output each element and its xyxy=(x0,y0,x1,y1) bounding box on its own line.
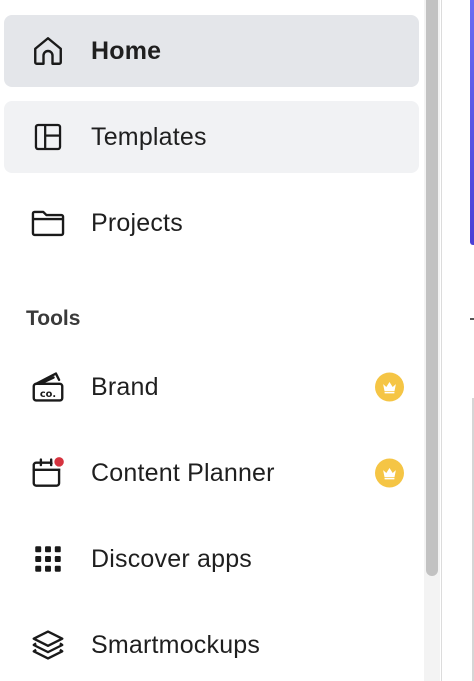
apps-grid-icon xyxy=(28,539,68,579)
scrollbar-thumb[interactable] xyxy=(426,0,438,576)
sidebar-item-label: Smartmockups xyxy=(91,630,261,659)
sidebar-item-label: Projects xyxy=(91,208,183,237)
sidebar-item-brand[interactable]: co. Brand xyxy=(4,351,419,423)
sidebar-item-content-planner[interactable]: Content Planner xyxy=(4,437,419,509)
sidebar-item-smartmockups[interactable]: Smartmockups xyxy=(4,609,419,681)
home-icon xyxy=(28,31,68,71)
sidebar-item-label: Templates xyxy=(91,122,207,151)
folder-icon xyxy=(28,203,68,243)
sidebar-item-label: Content Planner xyxy=(91,458,275,487)
sidebar-item-discover-apps[interactable]: Discover apps xyxy=(4,523,419,595)
sidebar-item-label: Discover apps xyxy=(91,544,252,573)
sidebar-item-home[interactable]: Home xyxy=(4,15,419,87)
calendar-icon xyxy=(28,453,68,493)
tools-section-heading: Tools xyxy=(26,307,81,330)
sidebar-item-label: Home xyxy=(91,36,162,65)
crown-icon xyxy=(375,372,404,402)
content-accent-edge xyxy=(470,0,474,245)
templates-layout-icon xyxy=(28,117,68,157)
brand-kit-icon: co. xyxy=(28,367,68,407)
sidebar-item-projects[interactable]: Projects xyxy=(4,187,419,259)
sidebar: Home Templates Projects Tools co. Brand … xyxy=(0,0,424,681)
svg-text:co.: co. xyxy=(40,389,56,400)
crown-icon xyxy=(375,458,404,488)
layers-icon xyxy=(28,625,68,665)
sidebar-item-label: Brand xyxy=(91,372,159,401)
content-dash-mark xyxy=(470,318,474,320)
sidebar-item-templates[interactable]: Templates xyxy=(4,101,419,173)
